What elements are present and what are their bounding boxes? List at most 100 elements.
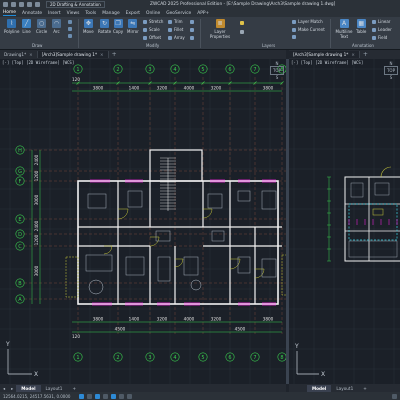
tab-layout1-right[interactable]: Layout1 [331, 385, 358, 392]
layer-dropdown-icon[interactable] [240, 21, 244, 25]
floor-plan-drawing: 1122334455667788HGFEDCBA1203800 1400 3200 4… [0, 59, 286, 384]
snap-toggle-icon[interactable] [87, 393, 93, 399]
quick-access-toolbar [0, 2, 40, 7]
arc-button[interactable]: ◠ Arc [52, 19, 61, 34]
furniture [155, 230, 171, 242]
dimension-text: 3000 [34, 194, 39, 205]
fillet-button[interactable]: Fillet [168, 27, 183, 32]
viewport-label[interactable]: [-] [Top] [2D Wireframe] [WCS] [2, 60, 74, 65]
tab-tools[interactable]: Tools [85, 11, 96, 16]
open-icon[interactable] [11, 2, 16, 7]
ortho-toggle-icon[interactable] [95, 393, 101, 399]
tab-manage[interactable]: Manage [102, 11, 119, 16]
tab-views[interactable]: Views [67, 11, 80, 16]
tab-annotate[interactable]: Annotate [22, 11, 42, 16]
undo-icon[interactable] [27, 2, 32, 7]
settings-icon[interactable] [392, 393, 397, 399]
tab-layout1[interactable]: Layout1 [41, 385, 68, 392]
axis-label-bottom: 3 [148, 355, 151, 361]
hatch-icon[interactable] [68, 20, 72, 24]
tab-geoservice[interactable]: GeoService [166, 11, 191, 16]
close-icon[interactable]: × [100, 52, 104, 57]
copy-button[interactable]: ❐ Copy [113, 19, 123, 34]
tab-model-right[interactable]: Model [307, 384, 332, 392]
add-layout-icon[interactable]: + [67, 385, 81, 392]
new-tab-icon[interactable]: + [109, 51, 120, 58]
scale-icon [143, 27, 147, 32]
field-button[interactable]: Field [372, 35, 387, 40]
doc-tab-sample-drawing-right[interactable]: [Arch3]Sample drawing 1* × [289, 51, 360, 58]
tab-export[interactable]: Export [126, 11, 140, 16]
axis-label-left: H [18, 148, 22, 154]
offset-button[interactable]: Offset [143, 35, 161, 40]
ellipse-icon[interactable] [68, 34, 72, 38]
explode-icon[interactable] [190, 28, 194, 32]
linear-dimension-icon [372, 19, 376, 24]
layer-state-icon[interactable] [240, 30, 244, 34]
new-tab-icon[interactable]: + [360, 51, 371, 58]
workspace-selector[interactable]: 2D Drafting & Annotation [46, 1, 105, 8]
rectangle-icon[interactable] [68, 27, 72, 31]
redo-icon[interactable] [35, 2, 40, 7]
mirror-button[interactable]: ⇋ Mirror [127, 19, 139, 34]
new-icon[interactable] [3, 2, 8, 7]
draw-group-label: Draw [32, 43, 43, 48]
viewport-label-right[interactable]: [-] [Top] [2D Wireframe] [WCS] [291, 60, 363, 65]
grid-toggle-icon[interactable] [79, 393, 85, 399]
dimension-text: 2400 [34, 154, 39, 165]
polar-toggle-icon[interactable] [103, 393, 109, 399]
tab-app-plus[interactable]: APP+ [197, 11, 209, 16]
break-icon[interactable] [190, 36, 194, 40]
tab-online[interactable]: Online [146, 11, 160, 16]
copy-icon: ❐ [113, 19, 123, 28]
furniture [261, 258, 277, 278]
layer-stack-icon: ≣ [215, 19, 225, 28]
axis-label-bottom: 5 [201, 355, 204, 361]
otrack-toggle-icon[interactable] [119, 393, 125, 399]
doc-tab-drawing1[interactable]: Drawing1* × [0, 51, 38, 58]
line-button[interactable]: ╱ Line [22, 19, 31, 34]
multiline-text-button[interactable]: A Multiline Text [334, 19, 354, 39]
layer-properties-button[interactable]: ≣ Layer Properties [205, 19, 235, 39]
axis-label-top: 3 [148, 67, 151, 73]
tab-model[interactable]: Model [16, 384, 41, 392]
layer-match-button[interactable]: Layer Match [292, 19, 323, 24]
view-cube[interactable]: N TOP S [270, 61, 284, 80]
add-layout-icon[interactable]: + [358, 385, 372, 392]
tab-insert[interactable]: Insert [48, 11, 61, 16]
save-icon[interactable] [19, 2, 24, 7]
layout-prev-icon[interactable]: ◂ [0, 385, 8, 392]
rotate-button[interactable]: ↻ Rotate [98, 19, 111, 34]
axis-label-bottom: 8 [280, 355, 283, 361]
lineweight-toggle-icon[interactable] [127, 393, 133, 399]
ucs-x-label: X [34, 371, 38, 378]
array-button[interactable]: Array [168, 35, 185, 40]
make-current-button[interactable]: Make Current [292, 27, 325, 32]
trim-button[interactable]: Trim [168, 19, 183, 24]
leader-button[interactable]: Leader [372, 27, 392, 32]
polyline-button[interactable]: ⌇ Polyline [4, 19, 19, 34]
move-button[interactable]: ✥ Move [83, 19, 94, 34]
tab-home[interactable]: Home [3, 10, 16, 16]
linear-dimension-button[interactable]: Linear [372, 19, 390, 24]
table-button[interactable]: ▦ Table [356, 19, 366, 34]
drawing-viewport-right[interactable]: YX [-] [Top] [2D Wireframe] [WCS] N TOP … [289, 59, 400, 384]
dimension-text: 120 [72, 334, 80, 339]
circle-button[interactable]: ○ Circle [36, 19, 47, 34]
close-icon[interactable]: × [351, 52, 355, 57]
axis-label-top: 2 [116, 67, 119, 73]
view-cube-right[interactable]: N TOP S [384, 61, 398, 80]
erase-icon[interactable] [190, 20, 194, 24]
dimension-text: 3200 [211, 86, 222, 91]
scale-button[interactable]: Scale [143, 27, 160, 32]
drawing-viewport-left[interactable]: 1 1 2 2 3 3 4 4 5 5 6 6 7 7 8 8 H G F E D C B A 120 3800 1400 3200 4… [0, 59, 286, 384]
dimension-text: 3200 [157, 317, 168, 322]
layout-next-icon[interactable]: ▸ [8, 385, 16, 392]
stretch-button[interactable]: Stretch [143, 19, 163, 24]
fixture [372, 208, 384, 216]
layer-freeze-icon[interactable] [292, 35, 296, 39]
close-icon[interactable]: × [29, 52, 33, 57]
doc-tab-sample-drawing[interactable]: [Arch3]Sample drawing 1* × [37, 51, 109, 58]
dimension-text: 1400 [129, 86, 140, 91]
osnap-toggle-icon[interactable] [111, 393, 117, 399]
